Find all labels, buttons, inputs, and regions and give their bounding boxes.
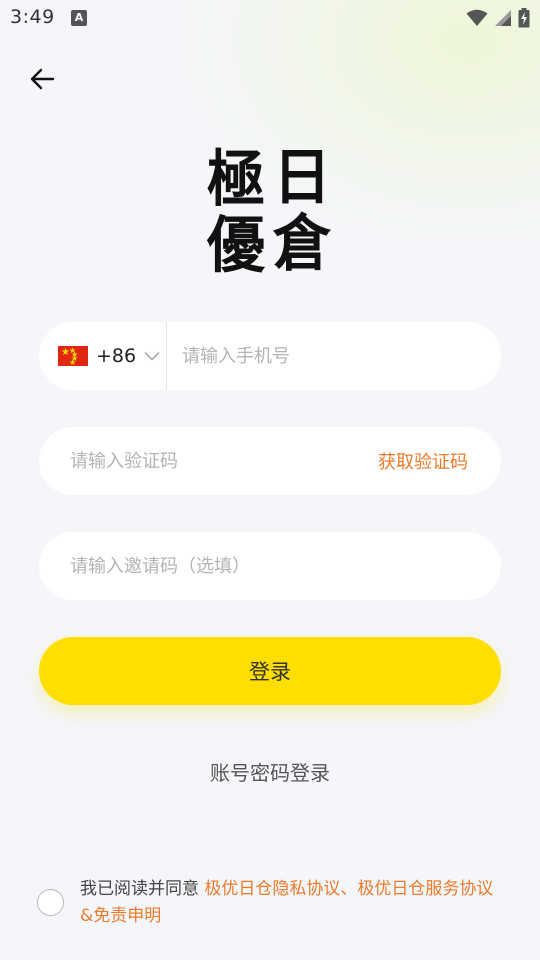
phone-input[interactable]: [167, 322, 501, 390]
wifi-icon: [466, 9, 488, 26]
logo-char-3: 優: [207, 209, 266, 281]
status-bar: 3:49 A: [0, 0, 540, 36]
verify-code-input[interactable]: [39, 427, 378, 495]
chevron-down-icon: [144, 351, 160, 361]
status-time: 3:49: [10, 6, 55, 28]
login-button[interactable]: 登录: [39, 637, 501, 705]
invite-code-field: [39, 532, 501, 600]
logo-char-1: 極: [207, 143, 266, 215]
logo-char-4: 倉: [273, 207, 332, 279]
china-flag-icon: ★ ★ ★ ★ ★: [58, 346, 88, 367]
phone-field: ★ ★ ★ ★ ★ +86: [39, 322, 501, 390]
agreement-checkbox[interactable]: [37, 889, 64, 916]
agreement-text: 我已阅读并同意 极优日仓隐私协议、极优日仓服务协议&免责申明: [80, 876, 500, 930]
agreement-separator: 、: [340, 879, 358, 899]
logo-char-2: 日: [273, 141, 332, 213]
agreement-prefix: 我已阅读并同意: [80, 879, 205, 899]
privacy-policy-link[interactable]: 极优日仓隐私协议: [204, 879, 340, 899]
brand-logo: 極 日 優 倉: [205, 146, 335, 278]
invite-code-input[interactable]: [39, 532, 501, 600]
back-button[interactable]: [24, 62, 60, 96]
arrow-left-icon: [30, 68, 55, 90]
notification-a-icon: A: [71, 10, 87, 26]
country-code: +86: [96, 345, 137, 367]
battery-charging-icon: [518, 8, 530, 28]
country-code-selector[interactable]: ★ ★ ★ ★ ★ +86: [39, 322, 167, 390]
get-code-button[interactable]: 获取验证码: [378, 448, 501, 474]
password-login-link[interactable]: 账号密码登录: [0, 757, 540, 786]
signal-icon: [495, 10, 511, 26]
status-icons: [466, 7, 530, 29]
verify-code-field: 获取验证码: [39, 427, 501, 495]
